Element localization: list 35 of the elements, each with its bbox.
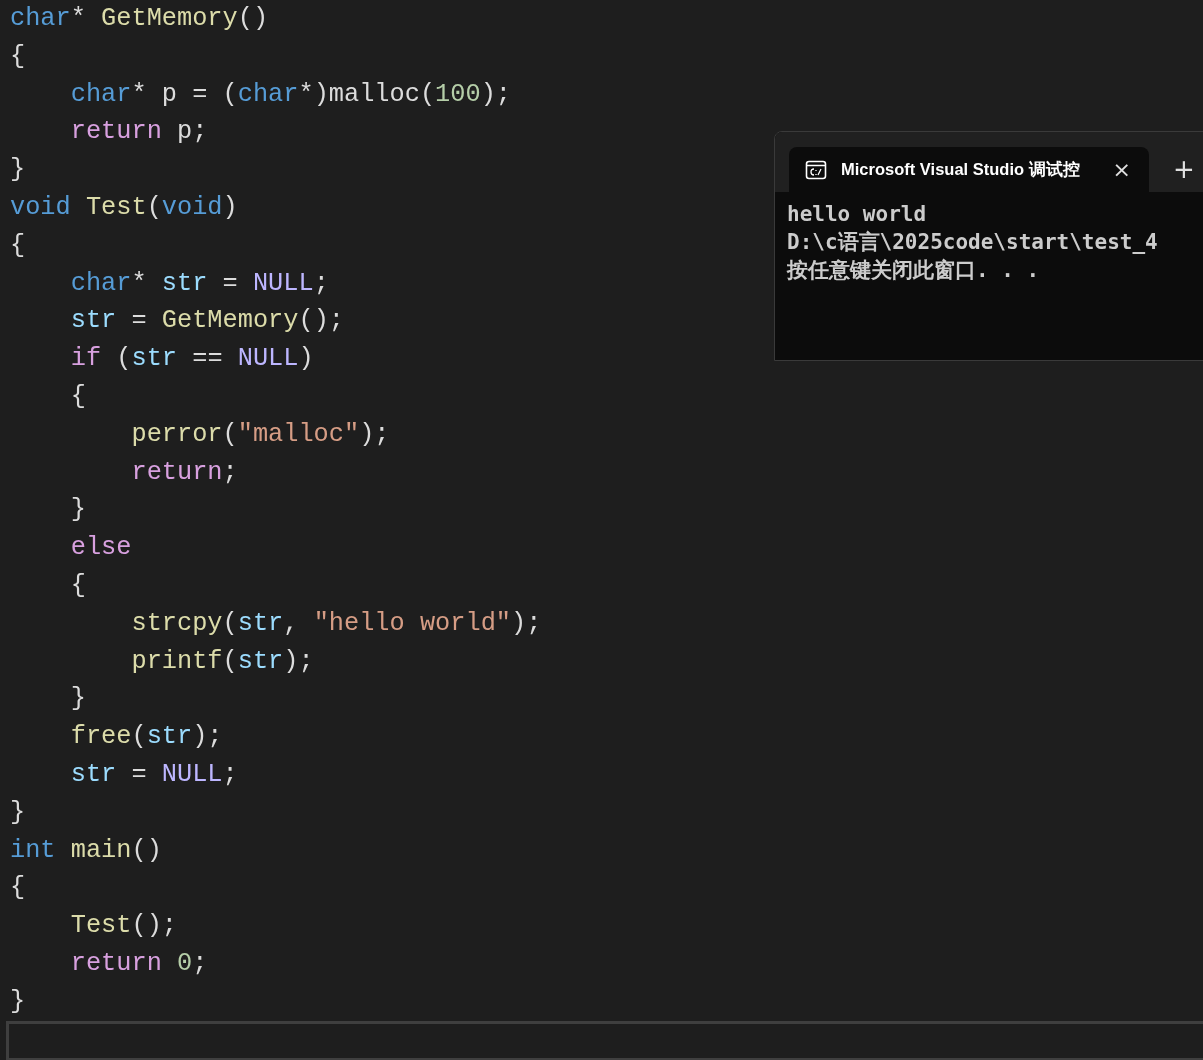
code-line: }	[10, 154, 26, 187]
new-tab-button[interactable]: +	[1169, 154, 1199, 184]
code-line: return p;	[69, 116, 208, 149]
code-line: else	[69, 532, 132, 565]
code-line: {	[69, 569, 86, 602]
code-line: }	[69, 494, 86, 527]
code-line: {	[10, 229, 26, 262]
code-line: return;	[130, 456, 238, 489]
code-line: char* p = (char*)malloc(100);	[69, 78, 512, 111]
code-line: {	[69, 380, 86, 413]
code-line: str = NULL;	[69, 758, 238, 791]
code-line: if (str == NULL)	[69, 343, 314, 376]
terminal-icon	[805, 158, 827, 181]
code-line: void Test(void)	[10, 192, 238, 224]
code-line: }	[10, 985, 26, 1018]
console-output-line: hello world	[787, 201, 927, 228]
code-line: {	[10, 872, 26, 905]
console-output-line: 按任意键关闭此窗口. . .	[787, 257, 1040, 284]
code-line: char* str = NULL;	[69, 267, 329, 300]
code-line: return 0;	[69, 947, 208, 980]
close-button[interactable]: ×	[1106, 157, 1137, 182]
console-output-line: D:\c语言\2025code\start\test_4	[787, 229, 1158, 256]
code-line: Test();	[69, 910, 177, 943]
code-line: char* GetMemory()	[10, 3, 269, 35]
code-line: }	[69, 683, 86, 716]
console-tab[interactable]: Microsoft Visual Studio 调试控 ×	[789, 147, 1149, 192]
code-line: perror("malloc");	[130, 418, 390, 451]
code-line: str = GetMemory();	[69, 305, 344, 338]
code-line: int main()	[10, 834, 162, 867]
code-line: strcpy(str, "hello world");	[130, 607, 542, 640]
code-line: }	[10, 796, 26, 829]
tab-title: Microsoft Visual Studio 调试控	[841, 158, 1080, 180]
code-line: {	[10, 40, 26, 73]
code-line: printf(str);	[130, 645, 314, 678]
code-line: free(str);	[69, 721, 223, 754]
